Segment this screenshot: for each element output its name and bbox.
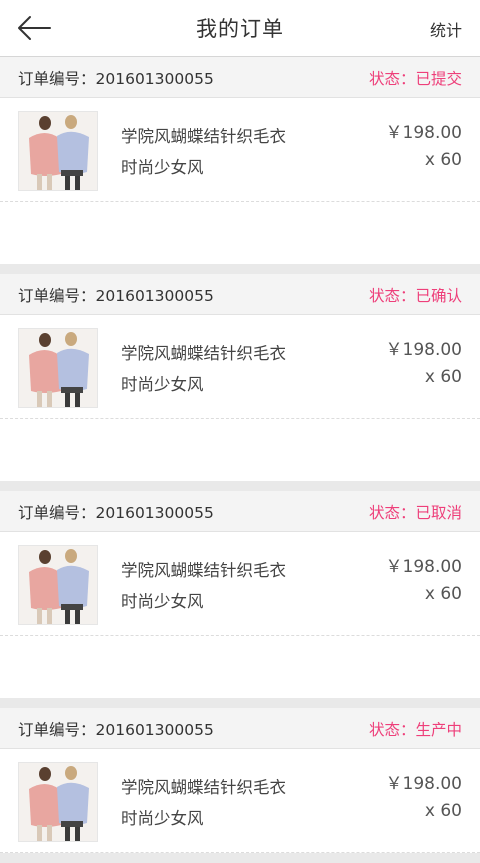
product-name: 学院风蝴蝶结针织毛衣: [121, 778, 286, 797]
order-header: 订单编号：201601300055 状态：已确认: [0, 274, 480, 315]
product-name: 学院风蝴蝶结针织毛衣: [121, 561, 286, 580]
product-quantity: x 60: [424, 367, 462, 387]
order-header: 订单编号：201601300055 状态：已提交: [0, 57, 480, 98]
order-number: 订单编号：201601300055: [18, 504, 214, 522]
product-style: 时尚少女风: [121, 809, 204, 828]
order-card[interactable]: 订单编号：201601300055 状态：已提交 学院风蝴蝶结针织毛衣 时尚少女…: [0, 57, 480, 264]
page-title: 我的订单: [196, 17, 284, 41]
stats-button[interactable]: 统计: [430, 17, 462, 41]
order-item[interactable]: 学院风蝴蝶结针织毛衣 时尚少女风 ￥198.00 x 60: [0, 532, 480, 636]
product-style: 时尚少女风: [121, 158, 204, 177]
product-quantity: x 60: [424, 801, 462, 821]
order-list: 订单编号：201601300055 状态：已提交 学院风蝴蝶结针织毛衣 时尚少女…: [0, 57, 480, 863]
order-number: 订单编号：201601300055: [18, 287, 214, 305]
order-item[interactable]: 学院风蝴蝶结针织毛衣 时尚少女风 ￥198.00 x 60: [0, 749, 480, 853]
order-header: 订单编号：201601300055 状态：已取消: [0, 491, 480, 532]
product-price: ￥198.00: [385, 340, 462, 360]
product-thumbnail: [18, 762, 98, 842]
product-name: 学院风蝴蝶结针织毛衣: [121, 344, 286, 363]
order-status: 状态：已确认: [368, 287, 462, 305]
order-number: 订单编号：201601300055: [18, 70, 214, 88]
product-name: 学院风蝴蝶结针织毛衣: [121, 127, 286, 146]
order-card[interactable]: 订单编号：201601300055 状态：生产中 学院风蝴蝶结针织毛衣 时尚少女…: [0, 708, 480, 853]
order-status: 状态：已提交: [368, 70, 462, 88]
product-price: ￥198.00: [385, 774, 462, 794]
order-card[interactable]: 订单编号：201601300055 状态：已确认 学院风蝴蝶结针织毛衣 时尚少女…: [0, 274, 480, 481]
product-quantity: x 60: [424, 584, 462, 604]
order-card[interactable]: 订单编号：201601300055 状态：已取消 学院风蝴蝶结针织毛衣 时尚少女…: [0, 491, 480, 698]
order-header: 订单编号：201601300055 状态：生产中: [0, 708, 480, 749]
order-footer: [0, 202, 480, 264]
product-thumbnail: [18, 328, 98, 408]
product-style: 时尚少女风: [121, 375, 204, 394]
product-style: 时尚少女风: [121, 592, 204, 611]
order-number: 订单编号：201601300055: [18, 721, 214, 739]
product-price: ￥198.00: [385, 123, 462, 143]
product-thumbnail: [18, 545, 98, 625]
order-item[interactable]: 学院风蝴蝶结针织毛衣 时尚少女风 ￥198.00 x 60: [0, 98, 480, 202]
product-price: ￥198.00: [385, 557, 462, 577]
order-footer: [0, 419, 480, 481]
order-item[interactable]: 学院风蝴蝶结针织毛衣 时尚少女风 ￥198.00 x 60: [0, 315, 480, 419]
order-footer: [0, 636, 480, 698]
product-quantity: x 60: [424, 150, 462, 170]
order-status: 状态：生产中: [368, 721, 462, 739]
order-status: 状态：已取消: [368, 504, 462, 522]
product-thumbnail: [18, 111, 98, 191]
top-bar: 我的订单 统计: [0, 0, 480, 57]
